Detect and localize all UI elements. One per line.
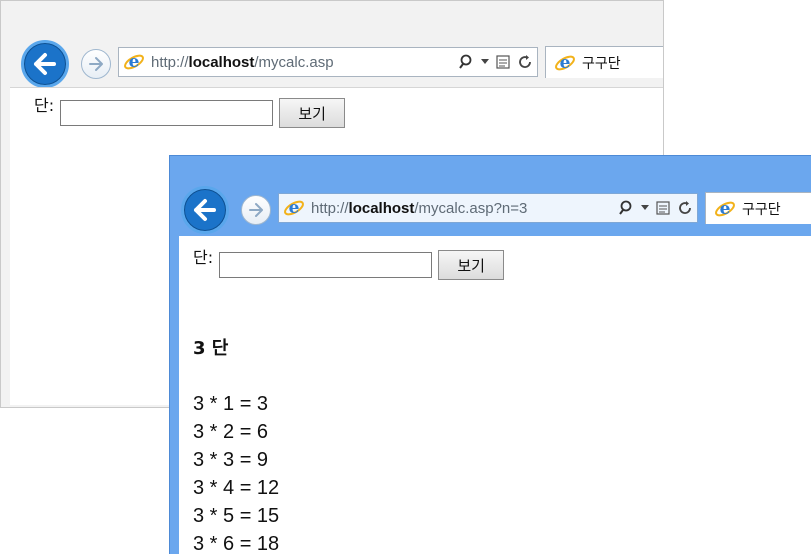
browser-tab[interactable]: e 구구단: [545, 46, 663, 78]
tab-title: 구구단: [742, 201, 781, 218]
forward-arrow-icon: [249, 203, 263, 217]
internet-explorer-icon: e: [555, 53, 575, 73]
refresh-icon[interactable]: [517, 54, 533, 70]
dan-label: 단:: [34, 96, 55, 115]
internet-explorer-icon: e: [124, 52, 144, 72]
page-content: 단: 보기 3 단 3 * 1 = 3 3 * 2 = 6 3 * 3 = 9 …: [179, 236, 811, 554]
multiplication-table: 3 * 1 = 3 3 * 2 = 6 3 * 3 = 9 3 * 4 = 12…: [193, 390, 279, 554]
table-line: 3 * 1 = 3: [193, 393, 269, 415]
address-tools: [619, 194, 693, 222]
back-arrow-icon: [194, 199, 216, 221]
compatibility-view-icon[interactable]: [655, 200, 671, 216]
url-prefix: http://: [151, 53, 189, 71]
internet-explorer-icon: e: [284, 198, 304, 218]
address-bar[interactable]: e http://localhost/mycalc.asp: [118, 47, 538, 77]
address-bar[interactable]: e http://localhost/mycalc.asp?n=3: [278, 193, 698, 223]
svg-text:e: e: [720, 199, 731, 219]
dropdown-arrow-icon[interactable]: [641, 205, 649, 211]
address-tools: [459, 48, 533, 76]
table-line: 3 * 4 = 12: [193, 477, 280, 499]
url-host: localhost: [348, 199, 415, 217]
dan-input[interactable]: [60, 100, 274, 126]
compatibility-view-icon[interactable]: [495, 54, 511, 70]
navigation-toolbar: e http://localhost/mycalc.asp?n=3 e 구구단: [170, 156, 811, 236]
url-host: localhost: [188, 53, 255, 71]
dan-form: 단: 보기: [34, 96, 346, 128]
dan-label: 단:: [193, 248, 214, 267]
forward-button[interactable]: [81, 49, 111, 79]
search-icon[interactable]: [459, 54, 475, 70]
svg-text:e: e: [129, 52, 140, 72]
internet-explorer-icon: e: [715, 199, 735, 219]
table-line: 3 * 2 = 6: [193, 421, 269, 443]
back-arrow-icon: [34, 53, 56, 75]
back-button[interactable]: [181, 186, 229, 234]
url-prefix: http://: [311, 199, 349, 217]
browser-window-front: e http://localhost/mycalc.asp?n=3 e 구구단 …: [169, 155, 811, 554]
svg-text:e: e: [560, 53, 571, 73]
table-line: 3 * 3 = 9: [193, 449, 269, 471]
view-button[interactable]: 보기: [438, 250, 505, 280]
back-button[interactable]: [21, 40, 69, 88]
svg-text:e: e: [289, 198, 300, 218]
dropdown-arrow-icon[interactable]: [481, 59, 489, 65]
browser-tab[interactable]: e 구구단: [705, 192, 811, 224]
table-line: 3 * 5 = 15: [193, 505, 280, 527]
view-button[interactable]: 보기: [279, 98, 346, 128]
dan-form: 단: 보기: [193, 248, 505, 280]
dan-input[interactable]: [219, 252, 433, 278]
forward-arrow-icon: [89, 57, 103, 71]
url-path: /mycalc.asp: [254, 53, 334, 71]
forward-button[interactable]: [241, 195, 271, 225]
tab-title: 구구단: [582, 55, 621, 72]
result-heading: 3 단: [193, 338, 229, 359]
search-icon[interactable]: [619, 200, 635, 216]
url-path: /mycalc.asp?n=3: [414, 199, 528, 217]
table-line: 3 * 6 = 18: [193, 533, 280, 554]
refresh-icon[interactable]: [677, 200, 693, 216]
navigation-toolbar: e http://localhost/mycalc.asp e 구구단: [1, 1, 663, 88]
